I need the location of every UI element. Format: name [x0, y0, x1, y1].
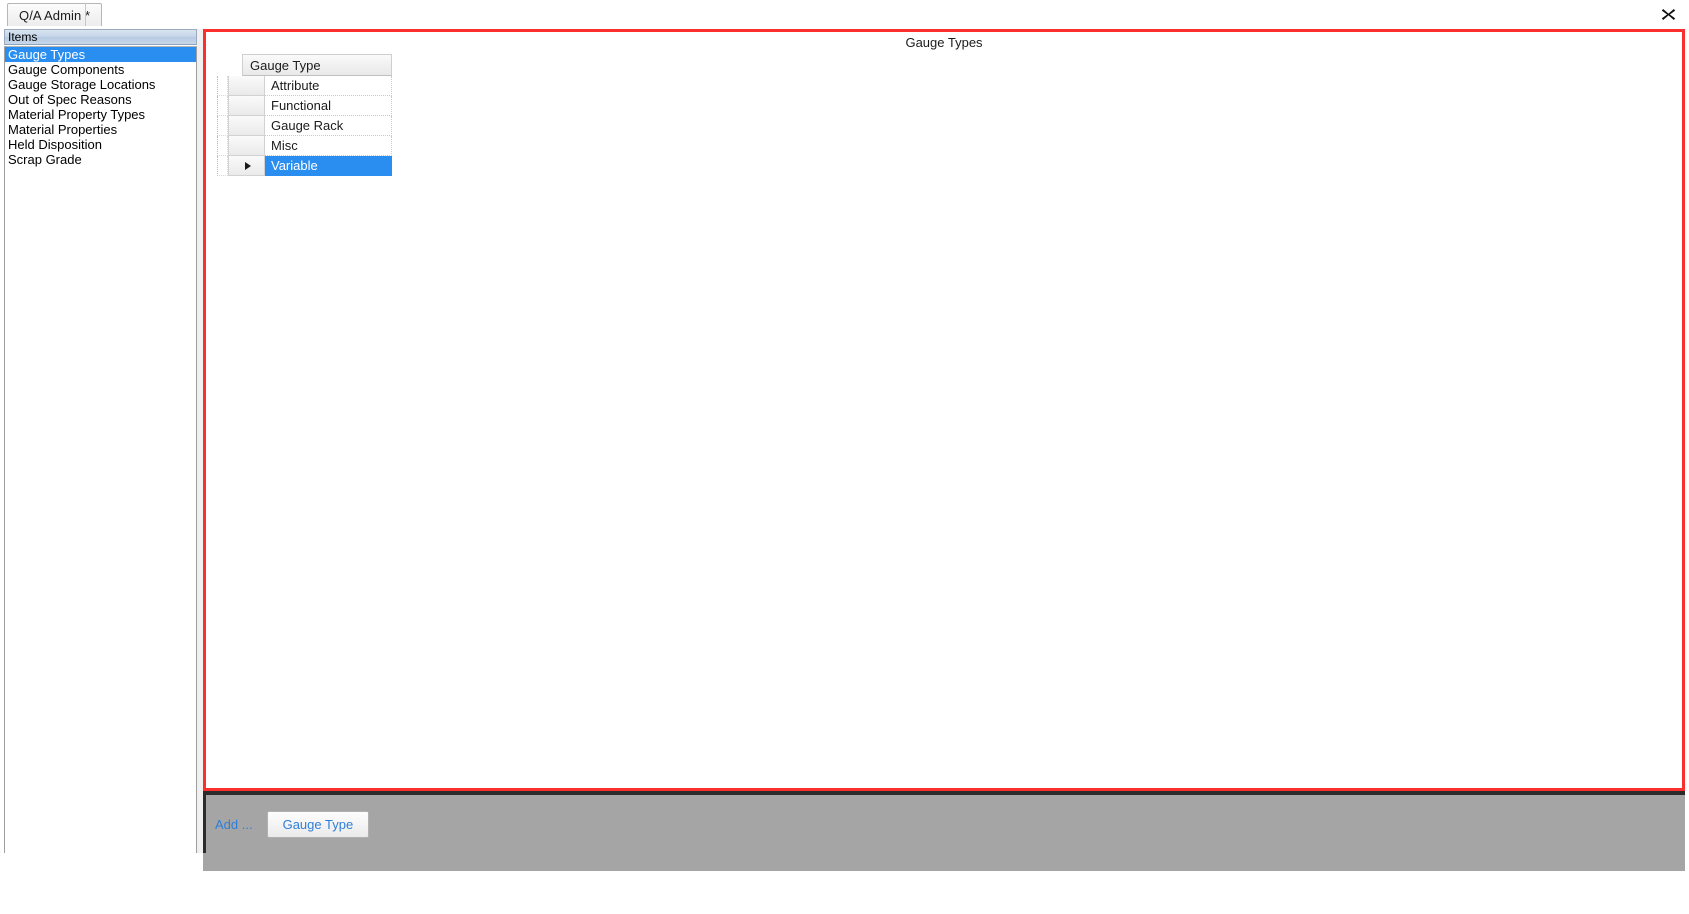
grid-row-indicator	[217, 156, 228, 176]
gauge-types-grid: Gauge Type Attribute Functional Gauge Ra…	[217, 54, 392, 176]
grid-cell-gauge-type[interactable]: Misc	[265, 136, 392, 156]
sidebar-item-material-property-types[interactable]: Material Property Types	[5, 107, 196, 122]
table-row-selected[interactable]: Variable	[217, 156, 392, 176]
grid-row-header[interactable]	[228, 76, 265, 96]
tab-strip-background	[0, 0, 1689, 30]
grid-column-header-gauge-type[interactable]: Gauge Type	[242, 54, 392, 76]
grid-row-indicator	[217, 136, 228, 156]
grid-row-header-current[interactable]	[228, 156, 265, 176]
grid-row-indicator	[217, 116, 228, 136]
sidebar-item-material-properties[interactable]: Material Properties	[5, 122, 196, 137]
grid-cell-gauge-type[interactable]: Functional	[265, 96, 392, 116]
grid-row-header[interactable]	[228, 116, 265, 136]
grid-row-header[interactable]	[228, 96, 265, 116]
sidebar-item-held-disposition[interactable]: Held Disposition	[5, 137, 196, 152]
tab-qa-admin[interactable]: Q/A Admin *	[7, 3, 103, 26]
sidebar-header: Items	[4, 29, 197, 45]
toolbar-left-edge	[203, 795, 206, 853]
right-gutter	[1685, 29, 1689, 914]
sidebar-item-gauge-components[interactable]: Gauge Components	[5, 62, 196, 77]
sidebar-item-gauge-types[interactable]: Gauge Types	[5, 47, 196, 62]
main-panel: Gauge Types Gauge Type Attribute Functio…	[203, 29, 1685, 791]
grid-row-indicator	[217, 76, 228, 96]
grid-column-header-row: Gauge Type	[242, 54, 392, 76]
grid-cell-gauge-type[interactable]: Attribute	[265, 76, 392, 96]
grid-row-indicator	[217, 96, 228, 116]
table-row[interactable]: Gauge Rack	[217, 116, 392, 136]
bottom-toolbar-extension	[203, 853, 1685, 871]
sidebar-item-out-of-spec-reasons[interactable]: Out of Spec Reasons	[5, 92, 196, 107]
grid-row-header[interactable]	[228, 136, 265, 156]
grid-cell-gauge-type[interactable]: Variable	[265, 156, 392, 176]
add-label: Add ...	[215, 816, 253, 832]
sidebar: Items Gauge Types Gauge Components Gauge…	[4, 29, 197, 910]
sidebar-item-gauge-storage-locations[interactable]: Gauge Storage Locations	[5, 77, 196, 92]
page-title: Gauge Types	[905, 35, 983, 50]
table-row[interactable]: Attribute	[217, 76, 392, 96]
sidebar-item-list[interactable]: Gauge Types Gauge Components Gauge Stora…	[4, 46, 197, 871]
add-gauge-type-button[interactable]: Gauge Type	[266, 810, 370, 838]
current-row-arrow-icon	[244, 161, 251, 170]
tab-label: Q/A Admin *	[19, 7, 91, 23]
table-row[interactable]: Functional	[217, 96, 392, 116]
close-icon[interactable]	[1657, 3, 1679, 25]
bottom-toolbar: Add ... Gauge Type	[203, 795, 1685, 853]
tab-strip: Q/A Admin *	[0, 0, 1689, 30]
table-row[interactable]: Misc	[217, 136, 392, 156]
sidebar-item-scrap-grade[interactable]: Scrap Grade	[5, 152, 196, 167]
grid-cell-gauge-type[interactable]: Gauge Rack	[265, 116, 392, 136]
tab-right-edge	[85, 3, 86, 26]
